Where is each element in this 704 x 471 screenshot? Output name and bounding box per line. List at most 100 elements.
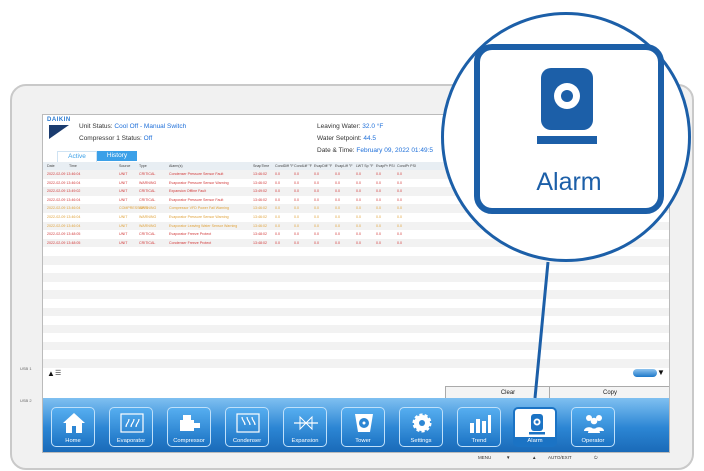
table-cell: 13:46:02 [253, 223, 267, 228]
unit-status: Unit Status: Cool Off - Manual Switch [79, 123, 187, 130]
table-cell: 2022-02-09 13:46:04 [47, 214, 81, 219]
nav-compressor-button[interactable]: Compressor [167, 407, 211, 447]
table-cell: 0.0 [275, 223, 280, 228]
table-cell: 13:49:02 [253, 189, 267, 194]
alarm-beacon-icon [529, 414, 545, 435]
column-header: EvapLiff °F [335, 164, 353, 168]
table-cell: 2022-02-09 13:48:05 [47, 240, 81, 245]
column-header: CondPr PSI [397, 164, 416, 168]
table-cell: CRITICAL [139, 197, 156, 202]
list-icon[interactable]: ☰ [55, 369, 61, 377]
table-cell: 0.0 [376, 240, 381, 245]
nav-settings-button[interactable]: Settings [399, 407, 443, 447]
table-cell: 0.0 [376, 189, 381, 194]
compressor-status: Compressor 1 Status: Off [79, 135, 153, 142]
table-cell: 0.0 [397, 172, 402, 176]
table-cell: Condenser Pressure Sensor Fault [169, 172, 224, 176]
table-cell: 0.0 [275, 172, 280, 176]
table-cell: CRITICAL [139, 189, 156, 194]
table-cell: 13:48:02 [253, 232, 267, 237]
nav-expansion-button[interactable]: Expansion [283, 407, 327, 447]
nav-trend-button[interactable]: Trend [457, 407, 501, 447]
table-cell: UNIT [119, 214, 128, 219]
table-cell: 0.0 [294, 206, 299, 211]
table-cell: 0.0 [397, 206, 402, 211]
nav-evaporator-button[interactable]: Evaporator [109, 407, 153, 447]
gear-icon [412, 413, 432, 433]
table-cell: 0.0 [397, 189, 402, 194]
nav-condenser-button[interactable]: Condenser [225, 407, 269, 447]
empty-row [43, 307, 669, 317]
hw-auto-exit-label: AUTO/EXIT [548, 455, 572, 460]
empty-row [43, 333, 669, 342]
table-cell: UNIT [119, 189, 128, 194]
scroll-up-icon[interactable]: ▲ [47, 369, 55, 378]
date-time: Date & Time: February 09, 2022 01:49:5 [317, 147, 434, 154]
table-cell: CRITICAL [139, 172, 156, 176]
hw-menu-label: MENU [478, 455, 492, 460]
column-header: Date [47, 164, 55, 168]
table-cell: 0.0 [294, 232, 299, 237]
column-header: Type [139, 164, 147, 168]
usb2-label: USB 2 [20, 398, 32, 403]
empty-row [43, 265, 669, 274]
bottom-navbar: Home Evaporator Compressor Condenser Exp… [43, 398, 669, 452]
table-cell: 0.0 [335, 232, 340, 237]
table-cell: 0.0 [376, 172, 381, 176]
scroll-controls: ▲ ☰ ▼ [43, 368, 669, 378]
nav-operator-button[interactable]: Operator [571, 407, 615, 447]
nav-tower-button[interactable]: Tower [341, 407, 385, 447]
table-cell: 13:46:02 [253, 197, 267, 202]
table-cell: WARNING [139, 206, 157, 211]
hw-power-button[interactable]: ⏻ [594, 455, 598, 460]
table-cell: 0.0 [275, 180, 280, 185]
table-cell: 0.0 [356, 189, 361, 194]
table-cell: 0.0 [376, 206, 381, 211]
table-cell: 0.0 [335, 240, 340, 245]
scroll-slider[interactable] [633, 369, 657, 377]
empty-row [43, 350, 669, 359]
table-cell: Condenser Freeze Protect [169, 240, 212, 245]
table-cell: 0.0 [314, 206, 319, 211]
table-cell: 0.0 [275, 197, 280, 202]
table-cell: 0.0 [397, 240, 402, 245]
table-cell: 0.0 [397, 223, 402, 228]
table-cell: Compressor VFD Power Fail Warning [169, 206, 229, 211]
empty-row [43, 282, 669, 291]
empty-row [43, 273, 669, 282]
table-cell: 0.0 [397, 232, 402, 237]
table-cell: 0.0 [397, 197, 402, 202]
table-cell: 13:46:02 [253, 214, 267, 219]
nav-alarm-button[interactable]: Alarm [513, 407, 557, 447]
table-cell: CRITICAL [139, 240, 156, 245]
table-cell: 0.0 [335, 197, 340, 202]
expansion-valve-icon [294, 415, 318, 431]
table-cell: WARNING [139, 214, 157, 219]
table-cell: 0.0 [356, 214, 361, 219]
hw-up-button[interactable]: ▲ [532, 455, 536, 460]
tab-active[interactable]: Active [57, 151, 97, 162]
column-header: LWT Sp °F [356, 164, 374, 168]
table-cell: 0.0 [356, 172, 361, 176]
nav-home-button[interactable]: Home [51, 407, 95, 447]
hw-down-button[interactable]: ▼ [506, 455, 510, 460]
tab-history[interactable]: History [97, 151, 137, 161]
table-cell: UNIT [119, 197, 128, 202]
table-cell: 0.0 [356, 223, 361, 228]
column-header: EvapPr PSI [376, 164, 395, 168]
table-cell: UNIT [119, 172, 128, 176]
column-header: Alarm(s) [169, 164, 183, 168]
column-header: CondLiff °F [294, 164, 312, 168]
table-cell: WARNING [139, 180, 157, 185]
table-cell: UNIT [119, 232, 128, 237]
table-cell: 0.0 [314, 214, 319, 219]
trend-chart-icon [470, 415, 491, 433]
column-header: Source [119, 164, 131, 168]
table-cell: 0.0 [294, 240, 299, 245]
table-cell: 13:46:02 [253, 180, 267, 185]
alarm-beacon-icon-large [537, 68, 597, 144]
table-cell: 2022-02-09 13:48:05 [47, 232, 81, 237]
scroll-down-icon[interactable]: ▼ [657, 368, 665, 377]
table-cell: 2022-02-09 13:46:04 [47, 180, 81, 185]
table-cell: 0.0 [275, 232, 280, 237]
